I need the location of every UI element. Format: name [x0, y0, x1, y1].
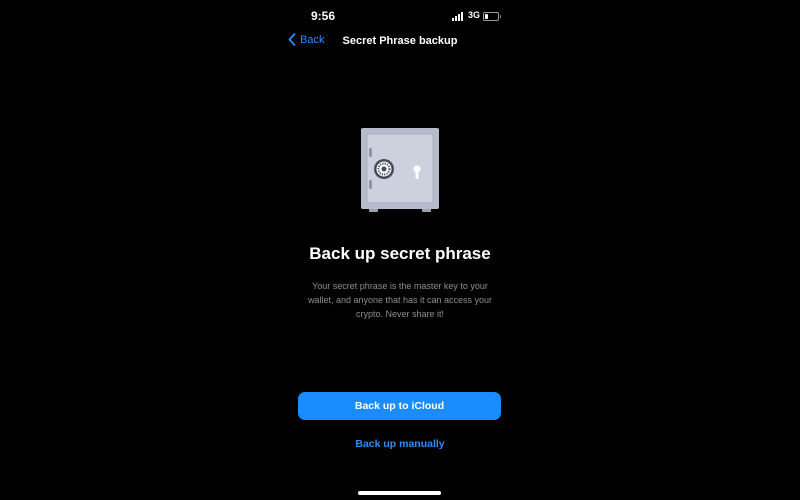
backup-manually-link[interactable]: Back up manually — [278, 438, 522, 450]
heading: Back up secret phrase — [309, 244, 491, 263]
status-time: 9:56 — [311, 9, 336, 23]
page-title: Secret Phrase backup — [342, 35, 458, 47]
description: Your secret phrase is the master key to … — [307, 281, 493, 319]
safe-icon — [361, 128, 439, 212]
home-indicator[interactable] — [358, 491, 441, 495]
status-bar: 9:56 3G — [278, 9, 522, 23]
network-type: 3G — [468, 10, 481, 20]
phone-screen: 9:56 3G Back Secret Phrase backup Back u… — [278, 0, 522, 500]
backup-icloud-button[interactable]: Back up to iCloud — [298, 392, 501, 420]
battery-icon — [483, 12, 501, 21]
cellular-signal-icon — [452, 12, 466, 21]
